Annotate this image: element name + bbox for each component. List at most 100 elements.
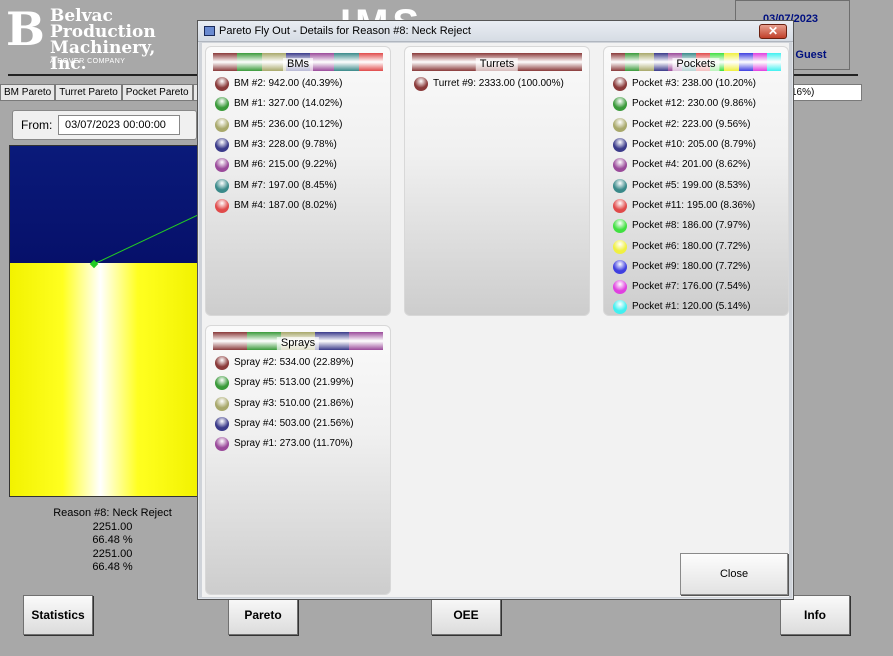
list-item-label: Pocket #7: 176.00 (7.54%) bbox=[632, 281, 751, 293]
color-swatch-icon bbox=[613, 77, 627, 92]
color-stripe bbox=[625, 53, 640, 71]
color-swatch-icon bbox=[215, 396, 229, 411]
list-item-label: Spray #3: 510.00 (21.86%) bbox=[234, 397, 354, 409]
window-close-button[interactable]: ✕ bbox=[759, 24, 787, 39]
list-item: BM #5: 236.00 (10.12%) bbox=[215, 115, 342, 135]
list-item-label: Pocket #6: 180.00 (7.72%) bbox=[632, 240, 751, 252]
color-stripe bbox=[237, 53, 262, 71]
list-item: Spray #2: 534.00 (22.89%) bbox=[215, 353, 354, 373]
pocket-list: Pocket #3: 238.00 (10.20%) Pocket #12: 23… bbox=[613, 74, 756, 318]
color-swatch-icon bbox=[215, 97, 229, 112]
color-swatch-icon bbox=[613, 138, 627, 153]
cumulative-line bbox=[89, 214, 198, 269]
close-button[interactable]: Close bbox=[680, 553, 788, 595]
color-stripe bbox=[738, 53, 753, 71]
list-item: Pocket #4: 201.00 (8.62%) bbox=[613, 155, 756, 175]
color-stripe bbox=[334, 53, 359, 71]
statistics-button[interactable]: Statistics bbox=[23, 595, 93, 635]
list-item: Pocket #8: 186.00 (7.97%) bbox=[613, 216, 756, 236]
from-date-input[interactable] bbox=[58, 115, 180, 135]
summary-cell: 16%) bbox=[786, 84, 862, 101]
list-item-label: Pocket #5: 199.00 (8.53%) bbox=[632, 179, 751, 191]
list-item-label: Pocket #1: 120.00 (5.14%) bbox=[632, 301, 751, 313]
color-stripe bbox=[315, 332, 349, 350]
list-item-label: Pocket #10: 205.00 (8.79%) bbox=[632, 139, 756, 151]
list-item: Turret #9: 2333.00 (100.00%) bbox=[414, 74, 564, 94]
color-swatch-icon bbox=[215, 437, 229, 452]
panel-header: Pockets bbox=[611, 53, 782, 71]
color-stripe bbox=[310, 53, 335, 71]
list-item: Spray #4: 503.00 (21.56%) bbox=[215, 414, 354, 434]
color-swatch-icon bbox=[613, 97, 627, 112]
color-stripe bbox=[349, 332, 383, 350]
color-swatch-icon bbox=[613, 178, 627, 193]
color-swatch-icon bbox=[613, 300, 627, 315]
date-range-filter: From: bbox=[12, 110, 197, 140]
tab-pocket-pareto[interactable]: Pocket Pareto bbox=[121, 84, 193, 101]
list-item-label: BM #3: 228.00 (9.78%) bbox=[234, 139, 337, 151]
list-item-label: Pocket #2: 223.00 (9.56%) bbox=[632, 118, 751, 130]
list-item: BM #2: 942.00 (40.39%) bbox=[215, 74, 342, 94]
list-item-label: BM #1: 327.00 (14.02%) bbox=[234, 98, 343, 110]
list-item: Pocket #2: 223.00 (9.56%) bbox=[613, 115, 756, 135]
list-item-label: BM #5: 236.00 (10.12%) bbox=[234, 118, 343, 130]
color-stripe bbox=[213, 53, 238, 71]
color-swatch-icon bbox=[215, 198, 229, 213]
color-stripe bbox=[766, 53, 782, 71]
list-item: Pocket #12: 230.00 (9.86%) bbox=[613, 94, 756, 114]
pareto-button[interactable]: Pareto bbox=[228, 595, 298, 635]
list-item: Pocket #10: 205.00 (8.79%) bbox=[613, 135, 756, 155]
list-item: Pocket #7: 176.00 (7.54%) bbox=[613, 277, 756, 297]
color-swatch-icon bbox=[215, 178, 229, 193]
turret-list: Turret #9: 2333.00 (100.00%) bbox=[414, 74, 564, 94]
list-item-label: BM #2: 942.00 (40.39%) bbox=[234, 78, 343, 90]
reason-value: 2251.00 bbox=[92, 520, 133, 533]
color-swatch-icon bbox=[613, 280, 627, 295]
list-item: Spray #3: 510.00 (21.86%) bbox=[215, 394, 354, 414]
oee-button[interactable]: OEE bbox=[431, 595, 501, 635]
list-item-label: Spray #4: 503.00 (21.56%) bbox=[234, 418, 354, 430]
spray-list: Spray #2: 534.00 (22.89%) Spray #5: 513.0… bbox=[215, 353, 354, 454]
company-logo: B Belvac Production Machinery, Inc. A DO… bbox=[6, 6, 186, 73]
list-item-label: BM #6: 215.00 (9.22%) bbox=[234, 159, 337, 171]
pocket-panel: Pockets Pocket #3: 238.00 (10.20%) Pocket… bbox=[603, 46, 789, 316]
pareto-chart bbox=[9, 145, 199, 497]
dialog-titlebar[interactable]: Pareto Fly Out - Details for Reason #8: … bbox=[198, 21, 793, 42]
tab-bm-pareto[interactable]: BM Pareto bbox=[0, 84, 56, 101]
list-item: Pocket #3: 238.00 (10.20%) bbox=[613, 74, 756, 94]
panel-title: BMs bbox=[283, 58, 313, 71]
list-item: BM #3: 228.00 (9.78%) bbox=[215, 135, 342, 155]
list-item: BM #7: 197.00 (8.45%) bbox=[215, 175, 342, 195]
list-item-label: Spray #2: 534.00 (22.89%) bbox=[234, 357, 354, 369]
info-button[interactable]: Info bbox=[780, 595, 850, 635]
panel-title: Turrets bbox=[475, 58, 519, 71]
logo-subtext: A DOVER COMPANY bbox=[50, 58, 126, 65]
list-item: BM #4: 187.00 (8.02%) bbox=[215, 196, 342, 216]
panel-header: Turrets bbox=[412, 53, 582, 71]
color-swatch-icon bbox=[215, 376, 229, 391]
reason-cumulative-value: 2251.00 bbox=[92, 547, 133, 560]
list-item-label: Pocket #9: 180.00 (7.72%) bbox=[632, 260, 751, 272]
list-item: Pocket #9: 180.00 (7.72%) bbox=[613, 257, 756, 277]
bm-panel: BMs BM #2: 942.00 (40.39%) BM #1: 327.00 … bbox=[205, 46, 391, 316]
list-item: Pocket #5: 199.00 (8.53%) bbox=[613, 175, 756, 195]
dialog-body: BMs BM #2: 942.00 (40.39%) BM #1: 327.00 … bbox=[202, 43, 789, 597]
color-swatch-icon bbox=[613, 219, 627, 234]
list-item-label: Pocket #8: 186.00 (7.97%) bbox=[632, 220, 751, 232]
list-item-label: BM #4: 187.00 (8.02%) bbox=[234, 199, 337, 211]
reason-summary: Reason #8: Neck Reject 2251.00 66.48 % 2… bbox=[30, 507, 195, 575]
list-item: Pocket #6: 180.00 (7.72%) bbox=[613, 236, 756, 256]
list-item: Spray #1: 273.00 (11.70%) bbox=[215, 434, 354, 454]
color-swatch-icon bbox=[215, 158, 229, 173]
tab-turret-pareto[interactable]: Turret Pareto bbox=[55, 84, 122, 101]
from-label: From: bbox=[21, 118, 53, 132]
list-item-label: Turret #9: 2333.00 (100.00%) bbox=[433, 78, 564, 90]
color-swatch-icon bbox=[215, 117, 229, 132]
spray-panel: Sprays Spray #2: 534.00 (22.89%) Spray #5… bbox=[205, 325, 391, 595]
list-item-label: Pocket #11: 195.00 (8.36%) bbox=[632, 199, 756, 211]
color-swatch-icon bbox=[613, 158, 627, 173]
list-item: BM #6: 215.00 (9.22%) bbox=[215, 155, 342, 175]
list-item-label: BM #7: 197.00 (8.45%) bbox=[234, 179, 337, 191]
color-swatch-icon bbox=[215, 417, 229, 432]
color-swatch-icon bbox=[613, 117, 627, 132]
